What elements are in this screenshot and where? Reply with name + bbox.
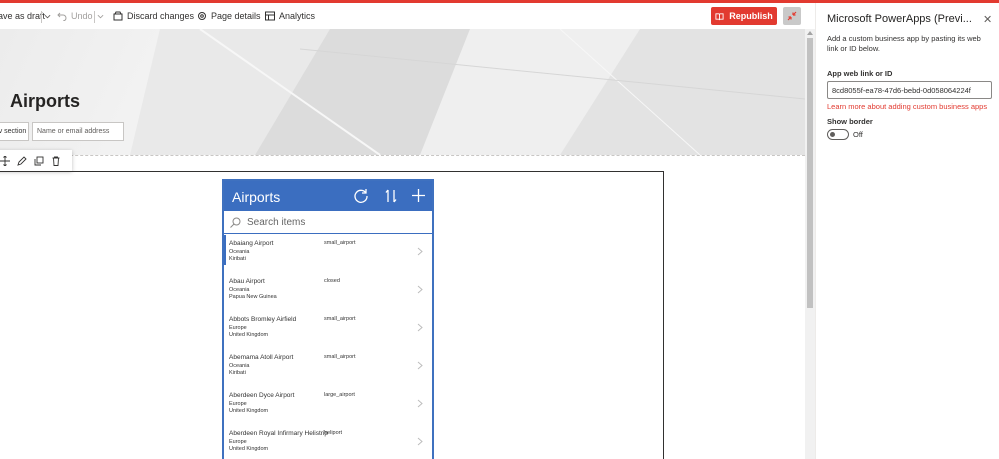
- close-icon[interactable]: ✕: [983, 15, 992, 26]
- airport-name: Aberdeen Royal Infirmary Helistrip: [229, 430, 328, 437]
- airport-name: Abbots Bromley Airfield: [229, 316, 297, 323]
- app-header: Airports: [224, 181, 432, 211]
- divider: [94, 11, 95, 23]
- webpart-toolbar: [0, 150, 72, 171]
- undo-icon: [57, 12, 67, 21]
- app-title: Airports: [232, 189, 281, 205]
- airport-type: small_airport: [324, 316, 356, 322]
- chevron-right-icon[interactable]: [417, 399, 423, 408]
- republish-label: Republish: [729, 11, 773, 21]
- analytics-label: Analytics: [279, 11, 316, 21]
- chevron-right-icon[interactable]: [417, 285, 423, 294]
- gallery-item[interactable]: Abemama Atoll Airport Oceania Kiribati s…: [224, 349, 432, 387]
- show-border-toggle[interactable]: [827, 129, 849, 140]
- airport-country: Kiribati: [229, 370, 246, 376]
- gallery: Abaiang Airport Oceania Kiribati small_a…: [224, 235, 432, 459]
- canvas-scrollbar[interactable]: [805, 29, 815, 459]
- airport-country: United Kingdom: [229, 408, 269, 414]
- command-bar: ave as draft Undo Discard changes Page d…: [0, 3, 815, 29]
- airport-continent: Europe: [229, 325, 247, 331]
- airport-country: United Kingdom: [229, 332, 269, 338]
- learn-more-link[interactable]: Learn more about adding custom business …: [827, 102, 987, 111]
- gallery-item[interactable]: Abaiang Airport Oceania Kiribati small_a…: [224, 235, 432, 273]
- save-as-draft-label: ave as draft: [0, 11, 46, 21]
- airport-country: Papua New Guinea: [229, 294, 277, 300]
- airport-continent: Oceania: [229, 287, 250, 293]
- collapse-icon: [787, 11, 797, 21]
- section-divider: [0, 155, 805, 156]
- analytics-button[interactable]: Analytics: [265, 3, 315, 29]
- save-dropdown-button[interactable]: [44, 3, 51, 29]
- page-details-button[interactable]: Page details: [197, 3, 261, 29]
- undo-button[interactable]: Undo: [57, 3, 93, 29]
- discard-changes-label: Discard changes: [127, 11, 195, 21]
- name-email-input[interactable]: Name or email address: [32, 122, 124, 141]
- airport-type: small_airport: [324, 240, 356, 246]
- page-details-label: Page details: [211, 11, 261, 21]
- collapse-panel-button[interactable]: [783, 7, 801, 25]
- panel-description: Add a custom business app by pasting its…: [827, 34, 981, 53]
- refresh-icon[interactable]: [353, 188, 369, 204]
- app-link-field[interactable]: 8cd8055f-ea78-47d6-bebd-0d058064224f: [827, 81, 992, 99]
- chevron-right-icon[interactable]: [417, 247, 423, 256]
- airport-type: heliport: [324, 430, 343, 436]
- search-placeholder: Search items: [247, 216, 306, 228]
- gallery-item[interactable]: Aberdeen Royal Infirmary Helistrip Europ…: [224, 425, 432, 459]
- page-title: Airports: [10, 91, 81, 111]
- airport-name: Abaiang Airport: [229, 240, 274, 247]
- add-section-button[interactable]: v section: [0, 122, 29, 141]
- scrollbar-thumb[interactable]: [807, 38, 813, 308]
- chevron-down-icon: [97, 14, 104, 18]
- chevron-down-icon: [44, 14, 51, 18]
- gallery-item[interactable]: Abbots Bromley Airfield Europe United Ki…: [224, 311, 432, 349]
- discard-icon: [113, 11, 123, 21]
- airport-type: large_airport: [324, 392, 355, 398]
- scroll-up-arrow[interactable]: [807, 31, 813, 35]
- airport-type: closed: [324, 278, 340, 284]
- gallery-item[interactable]: Abau Airport Oceania Papua New Guinea cl…: [224, 273, 432, 311]
- page-canvas: Airports v section Name or email address…: [0, 29, 805, 459]
- chevron-right-icon[interactable]: [417, 361, 423, 370]
- search-icon: [230, 217, 241, 228]
- hero-section: Airports v section Name or email address: [0, 29, 805, 155]
- chevron-right-icon[interactable]: [417, 437, 423, 446]
- app-link-label: App web link or ID: [827, 69, 893, 78]
- search-box[interactable]: Search items: [224, 211, 432, 234]
- show-border-label: Show border: [827, 117, 873, 126]
- gear-icon: [198, 12, 206, 20]
- republish-button[interactable]: Republish: [711, 7, 777, 25]
- delete-icon[interactable]: [51, 156, 61, 166]
- airport-name: Abau Airport: [229, 278, 265, 285]
- toggle-knob: [830, 132, 835, 137]
- save-as-draft-button[interactable]: ave as draft: [0, 3, 45, 29]
- undo-label: Undo: [71, 11, 93, 21]
- chevron-right-icon[interactable]: [417, 323, 423, 332]
- panel-title: Microsoft PowerApps (Previ...: [827, 13, 972, 25]
- analytics-icon: [265, 11, 275, 21]
- airport-name: Aberdeen Dyce Airport: [229, 392, 295, 399]
- divider: [41, 11, 42, 23]
- gallery-item[interactable]: Aberdeen Dyce Airport Europe United King…: [224, 387, 432, 425]
- airport-country: United Kingdom: [229, 446, 269, 452]
- airport-continent: Europe: [229, 439, 247, 445]
- edit-icon[interactable]: [17, 155, 27, 166]
- property-panel: Microsoft PowerApps (Previ... ✕ Add a cu…: [815, 3, 999, 459]
- airport-type: small_airport: [324, 354, 356, 360]
- airport-continent: Europe: [229, 401, 247, 407]
- powerapps-app: Airports Search items Abaiang Airport Oc…: [222, 179, 434, 459]
- airport-name: Abemama Atoll Airport: [229, 354, 294, 361]
- airport-continent: Oceania: [229, 249, 250, 255]
- toggle-state-label: Off: [853, 130, 863, 139]
- airport-country: Kiribati: [229, 256, 246, 262]
- sort-icon[interactable]: [384, 188, 398, 204]
- undo-dropdown-button[interactable]: [97, 3, 104, 29]
- book-icon: [715, 12, 724, 20]
- airport-continent: Oceania: [229, 363, 250, 369]
- discard-changes-button[interactable]: Discard changes: [113, 3, 194, 29]
- move-icon[interactable]: [0, 155, 10, 166]
- add-icon[interactable]: [412, 189, 425, 202]
- duplicate-icon[interactable]: [34, 156, 44, 166]
